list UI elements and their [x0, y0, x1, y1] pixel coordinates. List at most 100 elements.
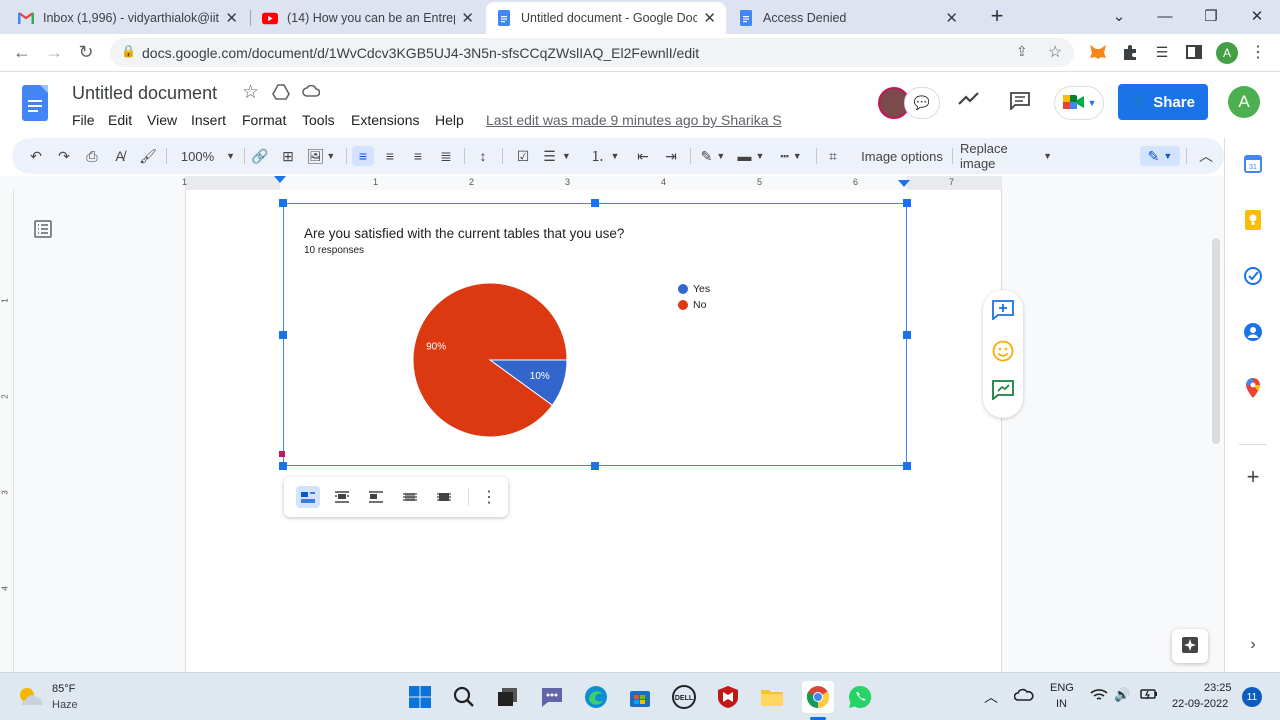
notification-badge[interactable]: 11	[1242, 687, 1262, 707]
emoji-reaction-icon[interactable]	[992, 340, 1014, 365]
share-page-icon[interactable]: ⇪	[1016, 43, 1028, 60]
more-options-icon[interactable]: ⋮	[477, 486, 501, 508]
search-icon[interactable]	[450, 683, 478, 711]
region-code[interactable]: IN	[1056, 698, 1067, 710]
vertical-scrollbar[interactable]	[1212, 238, 1220, 444]
tab-youtube[interactable]: (14) How you can be an Entrepre ✕	[252, 2, 484, 34]
image-options-button[interactable]: Image options	[860, 146, 944, 166]
share-button[interactable]: 👤 Share	[1118, 84, 1208, 120]
file-explorer-icon[interactable]	[758, 683, 786, 711]
forward-arrow-icon[interactable]: →	[40, 38, 68, 66]
numbered-list-icon[interactable]: ⒈ ▼	[588, 146, 622, 166]
resize-handle[interactable]	[903, 462, 911, 470]
resize-handle[interactable]	[903, 199, 911, 207]
behind-text-icon[interactable]	[398, 486, 422, 508]
show-hidden-icons-chevron-icon[interactable]: ︿	[984, 687, 998, 707]
close-tab-icon[interactable]: ✕	[461, 9, 474, 27]
new-tab-button[interactable]: +	[974, 0, 1020, 32]
decrease-indent-icon[interactable]: ⇤	[632, 146, 654, 166]
resize-handle[interactable]	[279, 331, 287, 339]
increase-indent-icon[interactable]: ⇥	[660, 146, 682, 166]
back-arrow-icon[interactable]: ←	[8, 38, 36, 66]
align-center-icon[interactable]: ≡	[380, 146, 400, 166]
maps-icon[interactable]	[1243, 378, 1263, 398]
document-outline-icon[interactable]	[34, 220, 52, 241]
vertical-ruler[interactable]: 1 2 3 4	[0, 190, 14, 672]
lock-icon[interactable]: 🔒	[121, 44, 136, 58]
add-comment-icon[interactable]	[992, 300, 1014, 323]
collapse-menus-icon[interactable]: ︿	[1196, 146, 1216, 166]
url-text[interactable]: docs.google.com/document/d/1WvCdcv3KGB5U…	[142, 45, 699, 61]
resize-handle[interactable]	[279, 462, 287, 470]
suggest-edits-icon[interactable]	[992, 380, 1014, 403]
tab-access-denied[interactable]: Access Denied ✕	[728, 2, 968, 34]
resize-handle[interactable]	[591, 462, 599, 470]
menu-file[interactable]: File	[72, 112, 95, 128]
line-spacing-icon[interactable]: ↕	[472, 146, 494, 166]
chart-image-selection[interactable]	[283, 203, 907, 466]
chrome-menu-icon[interactable]: ⋮	[1248, 42, 1268, 62]
clock-time[interactable]: 23:25	[1204, 682, 1232, 694]
border-dash-icon[interactable]: ┅ ▼	[774, 146, 808, 166]
bulleted-list-icon[interactable]: ☰ ▼	[540, 146, 574, 166]
restore-button[interactable]: ❐	[1188, 0, 1234, 32]
wifi-icon[interactable]	[1090, 688, 1108, 705]
keep-icon[interactable]	[1243, 210, 1263, 230]
align-justify-icon[interactable]: ≣	[436, 146, 456, 166]
docs-logo-icon[interactable]	[22, 85, 48, 121]
close-tab-icon[interactable]: ✕	[945, 9, 958, 27]
onedrive-icon[interactable]	[1013, 687, 1034, 704]
editing-mode-icon[interactable]: ✎ ▼	[1140, 146, 1180, 166]
last-edit-link[interactable]: Last edit was made 9 minutes ago by Shar…	[486, 112, 782, 128]
spellcheck-icon[interactable]: A̸	[110, 146, 130, 166]
redo-icon[interactable]: ↷	[54, 146, 74, 166]
resize-handle[interactable]	[903, 331, 911, 339]
replace-image-button[interactable]: Replace image ▼	[960, 141, 1052, 171]
extensions-puzzle-icon[interactable]	[1120, 42, 1140, 62]
print-icon[interactable]: ⎙	[82, 146, 102, 166]
border-color-icon[interactable]: ✎ ▼	[698, 146, 728, 166]
edge-icon[interactable]	[582, 683, 610, 711]
tab-docs-active[interactable]: Untitled document - Google Doc ✕	[486, 2, 726, 34]
metamask-icon[interactable]	[1088, 42, 1108, 62]
in-front-of-text-icon[interactable]	[432, 486, 456, 508]
meet-button[interactable]: ▼	[1054, 86, 1104, 120]
contacts-icon[interactable]	[1243, 322, 1263, 342]
menu-view[interactable]: View	[147, 112, 177, 128]
bookmark-star-icon[interactable]: ☆	[1048, 42, 1062, 62]
wrap-text-icon[interactable]	[330, 486, 354, 508]
get-addons-plus-icon[interactable]: +	[1243, 464, 1263, 489]
teams-chat-icon[interactable]	[538, 683, 566, 711]
profile-avatar[interactable]: A	[1216, 42, 1238, 64]
omnibox[interactable]: 🔒 docs.google.com/document/d/1WvCdcv3KGB…	[110, 38, 1074, 67]
windows-start-icon[interactable]	[406, 683, 434, 711]
close-tab-icon[interactable]: ✕	[703, 9, 716, 27]
activity-trend-icon[interactable]	[958, 92, 980, 109]
menu-edit[interactable]: Edit	[108, 112, 132, 128]
align-left-icon[interactable]: ≡	[352, 146, 374, 166]
task-view-icon[interactable]	[494, 683, 522, 711]
chrome-icon[interactable]	[802, 681, 834, 713]
close-window-button[interactable]: ✕	[1234, 0, 1280, 32]
weather-haze-icon[interactable]	[16, 685, 44, 712]
microsoft-store-icon[interactable]	[626, 683, 654, 711]
expand-panel-chevron-icon[interactable]: ›	[1243, 635, 1263, 655]
clock-date[interactable]: 22-09-2022	[1172, 698, 1228, 710]
close-tab-icon[interactable]: ✕	[225, 9, 238, 27]
border-weight-icon[interactable]: ▬ ▼	[734, 146, 768, 166]
account-avatar[interactable]: A	[1228, 86, 1260, 118]
tasks-icon[interactable]	[1243, 266, 1263, 286]
horizontal-ruler[interactable]: 1 1 2 3 4 5 6 7	[0, 176, 1224, 190]
menu-help[interactable]: Help	[435, 112, 464, 128]
reading-list-icon[interactable]: ☰	[1152, 42, 1172, 62]
whatsapp-icon[interactable]	[846, 683, 874, 711]
reload-icon[interactable]: ↻	[72, 38, 100, 66]
wrap-inline-icon[interactable]	[296, 486, 320, 508]
zoom-select[interactable]: 100% ▼	[180, 146, 236, 166]
add-comment-icon[interactable]: ⊞	[278, 146, 298, 166]
minimize-button[interactable]: —	[1142, 0, 1188, 32]
menu-tools[interactable]: Tools	[302, 112, 335, 128]
menu-format[interactable]: Format	[242, 112, 286, 128]
tab-search-chevron-icon[interactable]: ⌄	[1096, 0, 1142, 32]
insert-image-icon[interactable]: 🖼 ▼	[306, 146, 336, 166]
